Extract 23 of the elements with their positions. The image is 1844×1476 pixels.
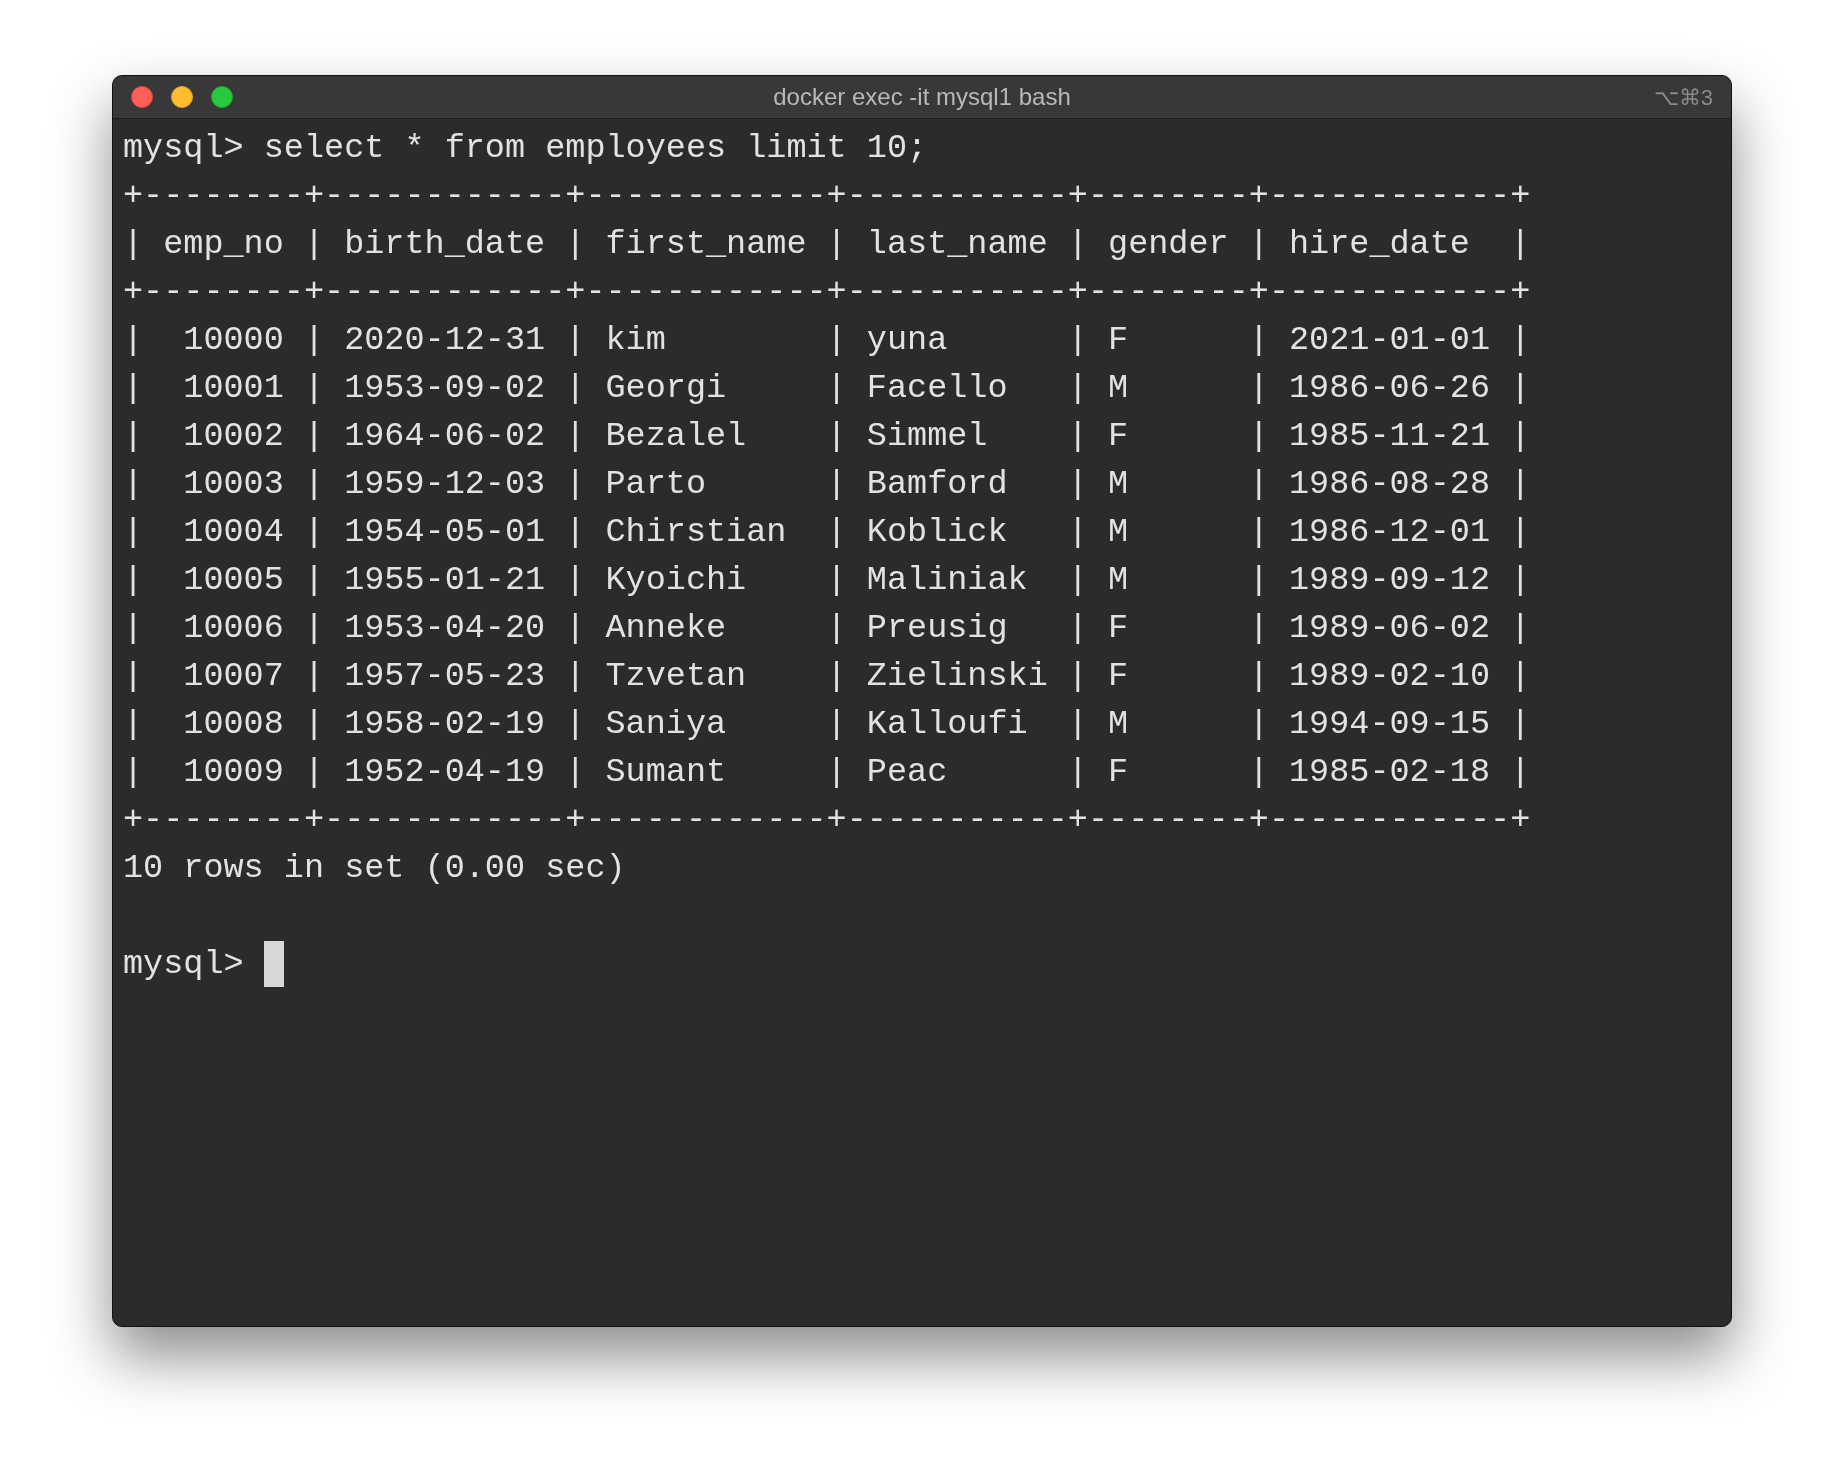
terminal-line: | 10008 | 1958-02-19 | Saniya | Kalloufi | M | 1994-09-15 | [123,704,1531,745]
terminal-line: | 10001 | 1953-09-02 | Georgi | Facello | M | 1986-06-26 | [123,368,1531,409]
close-button[interactable] [131,86,153,108]
terminal-line: | 10009 | 1952-04-19 | Sumant | Peac | F | 1985-02-18 | [123,752,1531,793]
terminal-line: | 10004 | 1954-05-01 | Chirstian | Koblick | M | 1986-12-01 | [123,512,1531,553]
terminal-line: | emp_no | birth_date | first_name | last_name | gender | hire_date | [123,224,1531,265]
terminal-line: | 10007 | 1957-05-23 | Tzvetan | Zielinski | F | 1989-02-10 | [123,656,1531,697]
terminal-line: | 10000 | 2020-12-31 | kim | yuna | F | 2021-01-01 | [123,320,1531,361]
terminal-line: +--------+------------+------------+-----------+--------+------------+ [123,272,1531,313]
terminal-line: | 10005 | 1955-01-21 | Kyoichi | Maliniak | M | 1989-09-12 | [123,560,1531,601]
cursor [263,941,284,987]
terminal-line: +--------+------------+------------+-----------+--------+------------+ [123,800,1531,841]
minimize-button[interactable] [171,86,193,108]
shortcut-label: ⌥⌘3 [1653,83,1713,112]
terminal-line: | 10006 | 1953-04-20 | Anneke | Preusig | F | 1989-06-02 | [123,608,1531,649]
maximize-button[interactable] [211,86,233,108]
terminal-line: mysql> select * from employees limit 10; [123,128,928,169]
terminal-line: | 10002 | 1964-06-02 | Bezalel | Simmel | F | 1985-11-21 | [123,416,1531,457]
terminal-line: | 10003 | 1959-12-03 | Parto | Bamford | M | 1986-08-28 | [123,464,1531,505]
terminal-line: +--------+------------+------------+-----------+--------+------------+ [123,176,1531,217]
window-title: docker exec -it mysql1 bash [773,82,1071,112]
prompt: mysql> [123,944,244,985]
terminal-line: 10 rows in set (0.00 sec) [123,848,626,889]
